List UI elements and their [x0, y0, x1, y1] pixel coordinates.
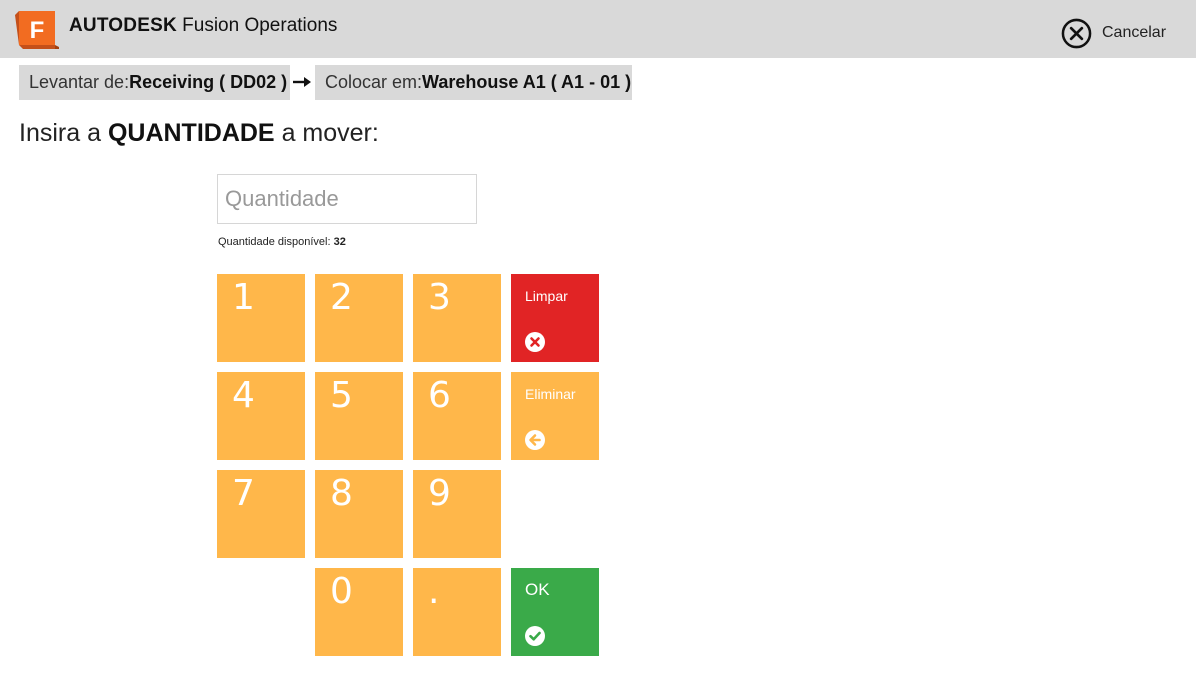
prompt-suffix: a mover:: [281, 119, 379, 147]
pick-from-location: Levantar de: Receiving ( DD02 ): [19, 65, 290, 100]
key-digit: 7: [232, 473, 255, 514]
key-8-button[interactable]: 8: [315, 470, 403, 558]
fusion-logo-icon: F: [15, 9, 59, 49]
cancel-label: Cancelar: [1102, 24, 1167, 41]
logo-letter: F: [30, 17, 45, 44]
prompt-emphasis: QUANTIDADE: [107, 119, 275, 147]
top-bar: F AUTODESK Fusion Operations Cancelar: [0, 0, 1196, 58]
key-3-button[interactable]: 3: [413, 274, 501, 362]
key-digit: 1: [232, 277, 255, 318]
brand-product: Fusion Operations: [182, 15, 338, 36]
available-quantity: Quantidade disponível: 32: [218, 236, 346, 248]
delete-button[interactable]: Eliminar: [511, 372, 599, 460]
pick-from-value: Receiving ( DD02 ): [129, 72, 288, 92]
put-to-value: Warehouse A1 ( A1 - 01 ): [422, 72, 632, 92]
key-2-button[interactable]: 2: [315, 274, 403, 362]
available-value: 32: [333, 236, 346, 248]
key-digit: 9: [428, 473, 451, 514]
key-0-button[interactable]: 0: [315, 568, 403, 656]
page-title: Insira a QUANTIDADE a mover:: [19, 119, 379, 148]
key-7-button[interactable]: 7: [217, 470, 305, 558]
key-5-button[interactable]: 5: [315, 372, 403, 460]
x-circle-icon: [525, 332, 545, 352]
key-digit: 8: [330, 473, 353, 514]
delete-label: Eliminar: [525, 386, 576, 402]
ok-button[interactable]: OK: [511, 568, 599, 656]
quantity-input[interactable]: [217, 174, 477, 224]
key-digit: 3: [428, 277, 451, 318]
key-digit: .: [428, 571, 440, 612]
available-label: Quantidade disponível:: [218, 236, 331, 248]
arrow-left-circle-icon: [525, 430, 545, 450]
clear-button[interactable]: Limpar: [511, 274, 599, 362]
key-digit: 4: [232, 375, 255, 416]
key-digit: 6: [428, 375, 451, 416]
check-circle-icon: [525, 626, 545, 646]
arrow-right-icon: [293, 77, 311, 87]
key-digit: 2: [330, 277, 353, 318]
put-to-location: Colocar em: Warehouse A1 ( A1 - 01 ): [315, 65, 632, 100]
key-decimal-button[interactable]: .: [413, 568, 501, 656]
key-6-button[interactable]: 6: [413, 372, 501, 460]
close-circle-icon: [1061, 18, 1092, 48]
ok-label: OK: [525, 580, 550, 599]
key-4-button[interactable]: 4: [217, 372, 305, 460]
key-1-button[interactable]: 1: [217, 274, 305, 362]
key-digit: 0: [330, 571, 353, 612]
key-9-button[interactable]: 9: [413, 470, 501, 558]
app-brand: AUTODESK Fusion Operations: [69, 15, 337, 37]
put-to-label: Colocar em:: [325, 72, 423, 92]
cancel-button[interactable]: Cancelar: [1061, 17, 1166, 49]
prompt-prefix: Insira a: [19, 119, 101, 147]
clear-label: Limpar: [525, 288, 568, 304]
pick-from-label: Levantar de:: [29, 72, 130, 92]
key-digit: 5: [330, 375, 353, 416]
brand-company: AUTODESK: [69, 15, 177, 36]
